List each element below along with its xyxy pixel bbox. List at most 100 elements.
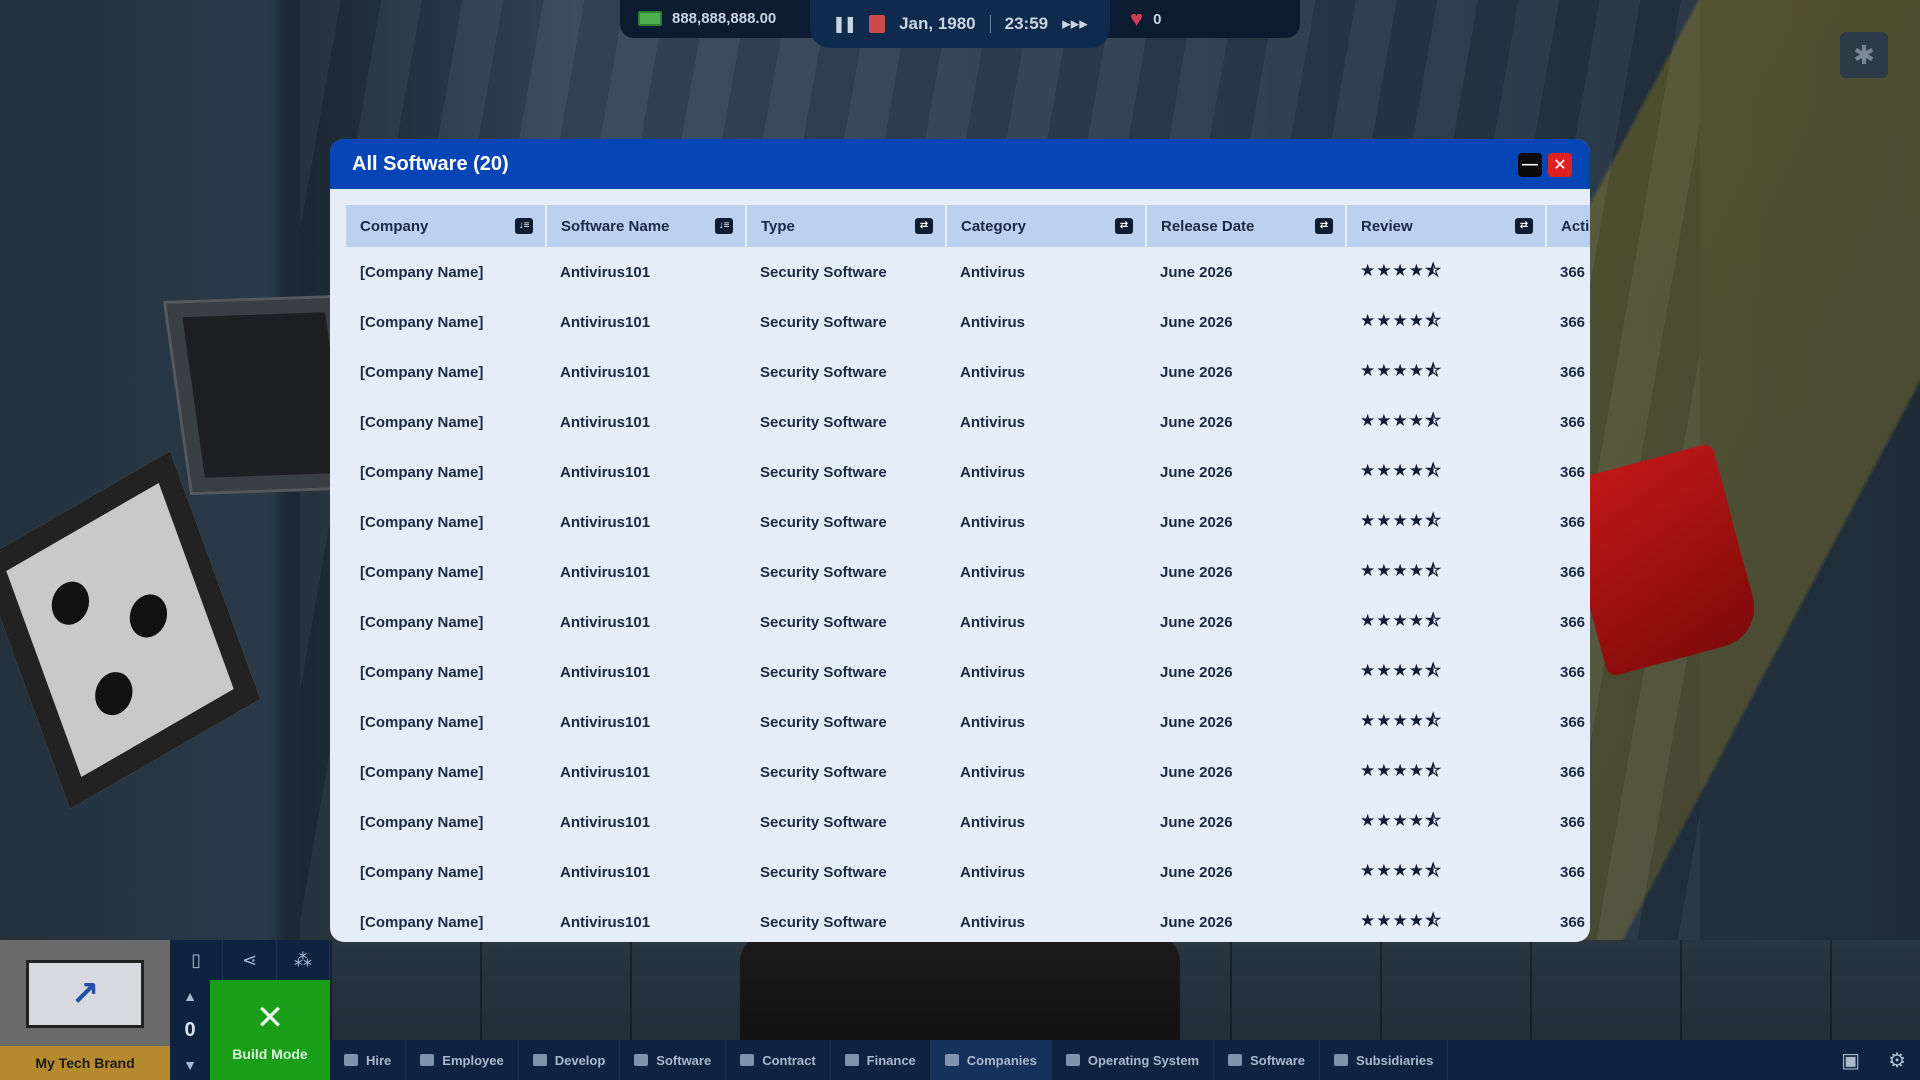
- fast-forward-icon[interactable]: ▸▸▸: [1062, 14, 1088, 34]
- nav-label: Contract: [762, 1052, 816, 1068]
- sort-icon[interactable]: ⇄: [1315, 218, 1333, 234]
- table-row[interactable]: [Company Name] Antivirus101 Security Softw…: [346, 547, 1590, 597]
- column-label: Review: [1361, 217, 1413, 235]
- money-display: 888,888,888.00: [638, 10, 776, 27]
- table-cell: Security Software: [760, 713, 887, 731]
- nav-item-operating-system[interactable]: Operating System: [1052, 1040, 1215, 1080]
- nav-item-companies[interactable]: Companies: [930, 1040, 1052, 1080]
- sort-icon[interactable]: ⇄: [915, 218, 933, 234]
- table-cell: ★★★★⯪: [1360, 360, 1443, 380]
- build-mode-button[interactable]: ✕ Build Mode: [210, 980, 330, 1080]
- table-cell: June 2026: [1160, 263, 1233, 281]
- column-label: Company: [360, 217, 429, 235]
- nav-item-contract[interactable]: Contract: [726, 1040, 831, 1080]
- minimize-button[interactable]: —: [1518, 153, 1542, 177]
- brand-panel[interactable]: ↗ My Tech Brand: [0, 940, 170, 1080]
- gear-icon[interactable]: ⚙: [1888, 1048, 1906, 1073]
- table-row[interactable]: [Company Name] Antivirus101 Security Softw…: [346, 697, 1590, 747]
- wall-painting-large: [0, 450, 261, 810]
- table-cell: Antivirus101: [560, 263, 651, 281]
- column-header-review[interactable]: Review ⇄: [1346, 205, 1547, 247]
- pause-icon[interactable]: ❚❚: [832, 14, 857, 34]
- table-cell: Security Software: [760, 863, 887, 881]
- table-cell: Antivirus101: [560, 513, 651, 531]
- column-header-release-date[interactable]: Release Date ⇄: [1146, 205, 1347, 247]
- table-row[interactable]: [Company Name] Antivirus101 Security Softw…: [346, 847, 1590, 897]
- heart-icon: ♥: [1130, 6, 1144, 31]
- book-icon[interactable]: ▯: [170, 940, 224, 980]
- nav-item-subsidiaries[interactable]: Subsidiaries: [1320, 1040, 1449, 1080]
- table-cell: Antivirus101: [560, 763, 651, 781]
- table-cell: [Company Name]: [360, 813, 484, 831]
- table-row[interactable]: [Company Name] Antivirus101 Security Softw…: [346, 747, 1590, 797]
- table-cell: 366: [1560, 713, 1586, 731]
- close-button[interactable]: ✕: [1548, 153, 1572, 177]
- table-row[interactable]: [Company Name] Antivirus101 Security Softw…: [346, 247, 1590, 297]
- table-cell: [Company Name]: [360, 263, 484, 281]
- nav-label: Employee: [442, 1052, 504, 1068]
- column-header-category[interactable]: Category ⇄: [946, 205, 1147, 247]
- table-row[interactable]: [Company Name] Antivirus101 Security Softw…: [346, 297, 1590, 347]
- nav-label: Software: [1250, 1052, 1306, 1068]
- table-cell: Antivirus101: [560, 313, 651, 331]
- table-cell: 366: [1560, 663, 1586, 681]
- column-label: Software Name: [561, 217, 670, 235]
- bug-report-button[interactable]: ✱: [1840, 32, 1888, 78]
- table-row[interactable]: [Company Name] Antivirus101 Security Softw…: [346, 347, 1590, 397]
- nav-item-software[interactable]: Software: [620, 1040, 727, 1080]
- team-icon[interactable]: ⁂: [277, 940, 330, 980]
- save-icon[interactable]: ▣: [1841, 1048, 1860, 1073]
- nav-item-employee[interactable]: Employee: [406, 1040, 519, 1080]
- table-cell: Antivirus101: [560, 563, 651, 581]
- time-controls: ❚❚ Jan, 1980 23:59 ▸▸▸: [810, 0, 1110, 48]
- table-row[interactable]: [Company Name] Antivirus101 Security Softw…: [346, 897, 1590, 942]
- nav-label: Finance: [866, 1052, 916, 1068]
- table-row[interactable]: [Company Name] Antivirus101 Security Softw…: [346, 797, 1590, 847]
- table-cell: Antivirus: [960, 413, 1026, 431]
- nav-icon: [420, 1054, 435, 1066]
- table-row[interactable]: [Company Name] Antivirus101 Security Softw…: [346, 397, 1590, 447]
- table-cell: ★★★★⯪: [1360, 460, 1443, 480]
- nav-item-finance[interactable]: Finance: [831, 1040, 931, 1080]
- table-cell: ★★★★⯪: [1360, 710, 1443, 730]
- minimize-icon: —: [1522, 156, 1538, 173]
- table-cell: Antivirus: [960, 513, 1026, 531]
- dialog-header: All Software (20): [330, 139, 1590, 189]
- table-row[interactable]: [Company Name] Antivirus101 Security Softw…: [346, 647, 1590, 697]
- nav-label: Develop: [554, 1052, 606, 1068]
- sort-icon[interactable]: ⇄: [1115, 218, 1133, 234]
- table-cell: 366: [1560, 863, 1586, 881]
- game-time: 23:59: [1004, 14, 1049, 33]
- nav-icon: [634, 1054, 649, 1066]
- column-header-type[interactable]: Type ⇄: [746, 205, 947, 247]
- nav-item-develop[interactable]: Develop: [519, 1040, 621, 1080]
- share-icon[interactable]: ⋖: [223, 940, 277, 980]
- column-header-actions[interactable]: Acti: [1546, 205, 1590, 247]
- floor-number: 0: [184, 1018, 196, 1041]
- table-cell: 366: [1560, 613, 1586, 631]
- nav-label: Software: [656, 1052, 712, 1068]
- table-cell: June 2026: [1160, 563, 1233, 581]
- software-table-container[interactable]: Company ↓≡ Software Name ↓≡ Type ⇄ Category…: [346, 205, 1590, 942]
- floor-selector: ▲ 0 ▼: [170, 980, 210, 1080]
- table-cell: ★★★★⯪: [1360, 560, 1443, 580]
- table-cell: ★★★★⯪: [1360, 510, 1443, 530]
- quick-icons-row: ▯ ⋖ ⁂: [170, 940, 330, 980]
- column-header-software-name[interactable]: Software Name ↓≡: [546, 205, 747, 247]
- sort-icon[interactable]: ↓≡: [715, 218, 733, 234]
- floor-down-icon[interactable]: ▼: [183, 1057, 197, 1073]
- table-row[interactable]: [Company Name] Antivirus101 Security Softw…: [346, 497, 1590, 547]
- sort-icon[interactable]: ⇄: [1515, 218, 1533, 234]
- table-row[interactable]: [Company Name] Antivirus101 Security Softw…: [346, 597, 1590, 647]
- love-display: ♥ 0: [1130, 8, 1161, 30]
- nav-item-software[interactable]: Software: [1214, 1040, 1321, 1080]
- sort-icon[interactable]: ↓≡: [515, 218, 533, 234]
- column-header-company[interactable]: Company ↓≡: [346, 205, 547, 247]
- table-cell: ★★★★⯪: [1360, 910, 1443, 930]
- table-cell: Antivirus: [960, 863, 1026, 881]
- floor-up-icon[interactable]: ▲: [183, 988, 197, 1004]
- table-cell: 366: [1560, 363, 1586, 381]
- table-cell: 366: [1560, 263, 1586, 281]
- table-row[interactable]: [Company Name] Antivirus101 Security Softw…: [346, 447, 1590, 497]
- nav-item-hire[interactable]: Hire: [330, 1040, 407, 1080]
